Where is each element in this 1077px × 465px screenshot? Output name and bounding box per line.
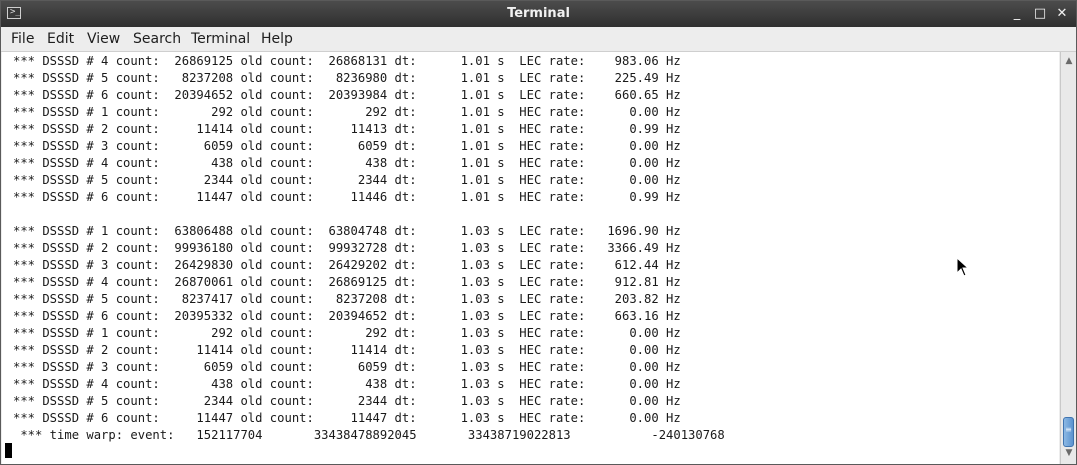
terminal-line: *** DSSSD # 1 count: 63806488 old count:… <box>13 224 681 238</box>
title-bar[interactable]: >_ Terminal _ □ ✕ <box>1 1 1076 27</box>
menu-file[interactable]: File <box>11 31 34 47</box>
menu-edit[interactable]: Edit <box>47 31 74 47</box>
scroll-down-icon[interactable]: ▼ <box>1062 446 1076 460</box>
menu-search[interactable]: Search <box>133 31 181 47</box>
terminal-line: *** DSSSD # 4 count: 438 old count: 438 … <box>13 377 681 391</box>
window-title: Terminal <box>507 6 570 21</box>
terminal-line: *** DSSSD # 2 count: 11414 old count: 11… <box>13 343 681 357</box>
terminal-line: *** DSSSD # 5 count: 2344 old count: 234… <box>13 173 681 187</box>
terminal-line: *** DSSSD # 4 count: 26869125 old count:… <box>13 54 681 68</box>
terminal-line: *** DSSSD # 4 count: 26870061 old count:… <box>13 275 681 289</box>
menu-help[interactable]: Help <box>261 31 293 47</box>
minimize-button[interactable]: _ <box>1008 5 1026 23</box>
terminal-line: *** DSSSD # 5 count: 8237208 old count: … <box>13 71 681 85</box>
scroll-up-icon[interactable]: ▲ <box>1062 54 1076 68</box>
menu-view[interactable]: View <box>87 31 120 47</box>
terminal-output[interactable]: *** DSSSD # 4 count: 26869125 old count:… <box>2 52 1059 464</box>
maximize-button[interactable]: □ <box>1031 5 1049 23</box>
menu-terminal[interactable]: Terminal <box>191 31 250 47</box>
terminal-line: *** time warp: event: 152117704 33438478… <box>13 428 725 442</box>
scroll-thumb[interactable]: ≡ <box>1063 417 1074 447</box>
terminal-line: *** DSSSD # 5 count: 2344 old count: 234… <box>13 394 681 408</box>
terminal-line: *** DSSSD # 2 count: 11414 old count: 11… <box>13 122 681 136</box>
mouse-pointer-icon <box>956 257 970 277</box>
menu-bar: File Edit View Search Terminal Help <box>1 27 1076 52</box>
terminal-window: >_ Terminal _ □ ✕ File Edit View Search … <box>0 0 1077 465</box>
close-button[interactable]: ✕ <box>1053 5 1071 23</box>
terminal-line: *** DSSSD # 6 count: 20394652 old count:… <box>13 88 681 102</box>
grip-icon: ≡ <box>1065 425 1072 434</box>
terminal-lines: *** DSSSD # 4 count: 26869125 old count:… <box>13 53 725 444</box>
terminal-line: *** DSSSD # 6 count: 11447 old count: 11… <box>13 190 681 204</box>
terminal-line: *** DSSSD # 3 count: 26429830 old count:… <box>13 258 681 272</box>
terminal-line: *** DSSSD # 5 count: 8237417 old count: … <box>13 292 681 306</box>
vertical-scrollbar[interactable]: ▲ ≡ ▼ <box>1060 52 1076 464</box>
terminal-line: *** DSSSD # 3 count: 6059 old count: 605… <box>13 139 681 153</box>
terminal-line: *** DSSSD # 6 count: 11447 old count: 11… <box>13 411 681 425</box>
terminal-line: *** DSSSD # 1 count: 292 old count: 292 … <box>13 326 681 340</box>
terminal-line: *** DSSSD # 4 count: 438 old count: 438 … <box>13 156 681 170</box>
text-cursor <box>5 443 12 458</box>
terminal-line: *** DSSSD # 3 count: 6059 old count: 605… <box>13 360 681 374</box>
terminal-line: *** DSSSD # 1 count: 292 old count: 292 … <box>13 105 681 119</box>
terminal-line: *** DSSSD # 2 count: 99936180 old count:… <box>13 241 681 255</box>
terminal-line: *** DSSSD # 6 count: 20395332 old count:… <box>13 309 681 323</box>
